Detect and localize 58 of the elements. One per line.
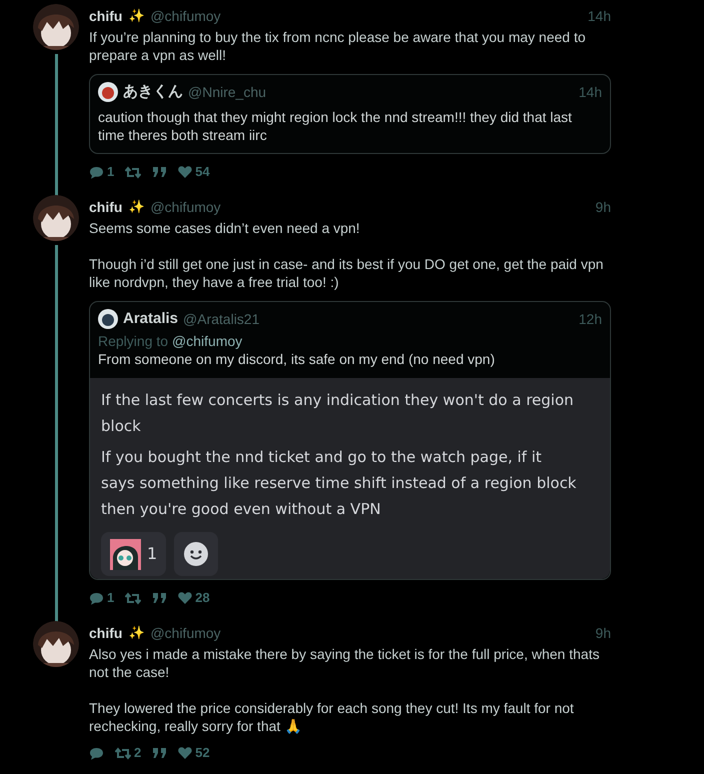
- quote-icon[interactable]: [152, 166, 168, 178]
- avatar-icon[interactable]: [98, 309, 118, 329]
- quoted-text: caution though that they might region lock the nnd stream!!! they did that last time theres both stream iirc: [98, 108, 573, 144]
- timestamp[interactable]: 12h: [578, 310, 602, 328]
- post-text: If you’re planning to buy the tix from ncnc please be aware that you may need to prepare a vpn as well!: [89, 28, 587, 64]
- author-name: chifu: [89, 624, 122, 642]
- quoted-post[interactable]: あきくん @Nnire_chu 14h caution though that they might region lock the nnd stream!!! they did that last time theres both stream iirc: [89, 74, 611, 154]
- post-text: Though i’d still get one just in case- and its best if you DO get one, get the paid vpn like nordvpn, they have a free trial too! :): [89, 255, 604, 291]
- like-count: 52: [195, 744, 210, 762]
- heart-icon[interactable]: [178, 166, 192, 178]
- timestamp[interactable]: 9h: [595, 624, 611, 642]
- reply-count: 1: [107, 589, 114, 607]
- badge-emoji: ✨: [128, 198, 144, 216]
- post-text: Seems some cases didn’t even need a vpn!: [89, 219, 361, 237]
- retweet-icon[interactable]: [125, 592, 142, 604]
- timestamp[interactable]: 14h: [588, 7, 611, 25]
- heart-icon[interactable]: [178, 592, 192, 604]
- badge-emoji: ✨: [128, 624, 144, 642]
- like-count: 28: [195, 589, 210, 607]
- chat-message: If you bought the nnd ticket and go to the watch page, if it says something like reserve time shift instead of a region block then you're good even without a VPN: [101, 447, 578, 520]
- comment-icon[interactable]: [89, 592, 104, 604]
- heart-icon[interactable]: [178, 747, 192, 759]
- post-text: Also yes i made a mistake there by saying the ticket is for the full price, when thats not the case!: [89, 645, 600, 681]
- quote-icon[interactable]: [152, 747, 168, 759]
- quoted-text: From someone on my discord, its safe on my end (no need vpn): [98, 350, 496, 368]
- reaction-button[interactable]: 1: [101, 532, 166, 576]
- comment-icon[interactable]: [89, 746, 104, 760]
- post-text: They lowered the price considerably for each song they cut! Its my fault for not rechecking, really sorry for that 🙏: [89, 699, 575, 735]
- reply-count: 1: [107, 163, 114, 181]
- like-count: 54: [195, 163, 210, 181]
- quote-icon[interactable]: [152, 592, 168, 604]
- author-name: chifu: [89, 7, 122, 25]
- replying-label: Replying to: [98, 333, 168, 350]
- chat-message: If the last few concerts is any indication they won't do a region block: [101, 390, 575, 437]
- author-handle[interactable]: @Aratalis21: [183, 310, 260, 328]
- avatar-icon[interactable]: [33, 4, 79, 50]
- author-name: chifu: [89, 198, 122, 216]
- avatar-icon[interactable]: [33, 195, 79, 241]
- retweet-count: 2: [134, 744, 142, 762]
- emoji-icon: [110, 538, 141, 570]
- avatar-icon[interactable]: [98, 82, 118, 102]
- timestamp[interactable]: 9h: [595, 198, 611, 216]
- avatar-icon[interactable]: [33, 621, 79, 667]
- retweet-icon[interactable]: [115, 746, 131, 760]
- author-handle[interactable]: @chifumoy: [150, 7, 221, 25]
- author-handle[interactable]: @chifumoy: [150, 198, 221, 216]
- author-name: あきくん: [123, 83, 183, 101]
- retweet-icon[interactable]: [125, 166, 142, 178]
- author-handle[interactable]: @Nnire_chu: [188, 83, 266, 101]
- smiley-icon: [184, 542, 208, 566]
- quoted-post[interactable]: [89, 301, 611, 580]
- comment-icon[interactable]: [89, 166, 104, 178]
- add-reaction-button[interactable]: [174, 532, 218, 576]
- author-name: Aratalis: [123, 310, 178, 328]
- mention-link[interactable]: @chifumoy: [172, 333, 242, 350]
- badge-emoji: ✨: [128, 7, 144, 25]
- timestamp[interactable]: 14h: [578, 83, 602, 101]
- author-handle[interactable]: @chifumoy: [150, 624, 221, 642]
